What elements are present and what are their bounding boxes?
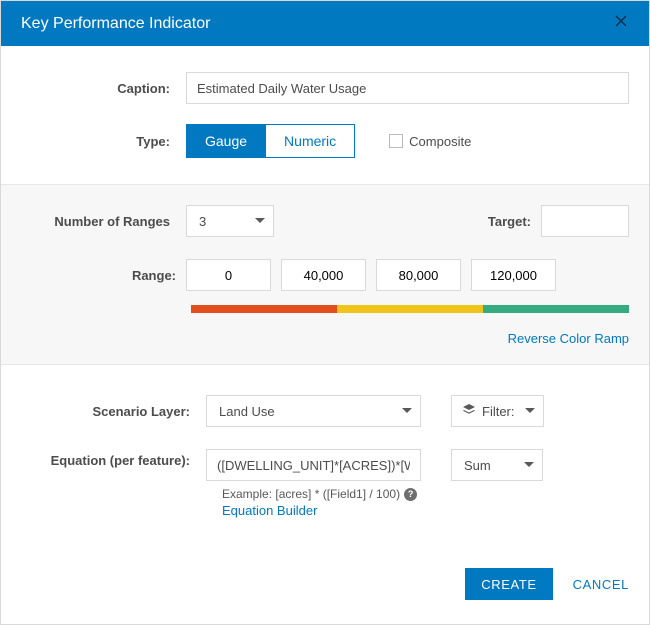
- aggregation-value: Sum: [464, 458, 491, 473]
- scenario-layer-label: Scenario Layer:: [21, 404, 206, 419]
- type-option-numeric[interactable]: Numeric: [265, 125, 354, 157]
- help-icon[interactable]: ?: [404, 488, 417, 501]
- gauge-config-panel: Number of Ranges 3 Target: Range:: [1, 184, 649, 365]
- chevron-down-icon: [525, 408, 535, 414]
- composite-checkbox[interactable]: Composite: [389, 134, 471, 149]
- range-input-0[interactable]: [186, 259, 271, 291]
- composite-label: Composite: [409, 134, 471, 149]
- scenario-layer-value: Land Use: [219, 404, 275, 419]
- range-input-3[interactable]: [471, 259, 556, 291]
- type-option-gauge[interactable]: Gauge: [187, 125, 265, 157]
- aggregation-select[interactable]: Sum: [451, 449, 543, 481]
- scenario-layer-select[interactable]: Land Use: [206, 395, 421, 427]
- filter-button[interactable]: Filter:: [451, 395, 544, 427]
- target-label: Target:: [481, 214, 541, 229]
- example-text: Example: [acres] * ([Field1] / 100): [222, 487, 400, 501]
- range-input-2[interactable]: [376, 259, 461, 291]
- equation-label: Equation (per feature):: [21, 449, 206, 469]
- dialog-footer: CREATE CANCEL: [1, 518, 649, 624]
- ramp-segment-2: [483, 305, 629, 313]
- dialog-header: Key Performance Indicator: [1, 1, 649, 46]
- reverse-color-ramp-link[interactable]: Reverse Color Ramp: [508, 331, 629, 346]
- chevron-down-icon: [524, 462, 534, 468]
- color-ramp: [191, 305, 629, 313]
- type-segmented-control: Gauge Numeric: [186, 124, 355, 158]
- target-input[interactable]: [541, 205, 629, 237]
- ramp-segment-1: [337, 305, 483, 313]
- checkbox-box-icon: [389, 134, 403, 148]
- range-label: Range:: [21, 268, 186, 283]
- num-ranges-label: Number of Ranges: [21, 214, 186, 229]
- equation-builder-link[interactable]: Equation Builder: [222, 503, 317, 518]
- ramp-segment-0: [191, 305, 337, 313]
- caption-input[interactable]: [186, 72, 629, 104]
- num-ranges-select[interactable]: 3: [186, 205, 274, 237]
- chevron-down-icon: [255, 218, 265, 224]
- layers-icon: [462, 403, 476, 420]
- kpi-dialog: Key Performance Indicator Caption: Type:…: [0, 0, 650, 625]
- chevron-down-icon: [402, 408, 412, 414]
- cancel-button[interactable]: CANCEL: [573, 577, 629, 592]
- type-label: Type:: [21, 134, 186, 149]
- dialog-title: Key Performance Indicator: [21, 15, 210, 33]
- caption-label: Caption:: [21, 81, 186, 96]
- num-ranges-value: 3: [199, 214, 206, 229]
- equation-example: Example: [acres] * ([Field1] / 100) ?: [222, 487, 629, 501]
- range-inputs: [186, 259, 556, 291]
- equation-input[interactable]: [206, 449, 421, 481]
- range-input-1[interactable]: [281, 259, 366, 291]
- close-icon[interactable]: [613, 13, 629, 34]
- create-button[interactable]: CREATE: [465, 568, 552, 600]
- filter-label: Filter:: [482, 404, 515, 419]
